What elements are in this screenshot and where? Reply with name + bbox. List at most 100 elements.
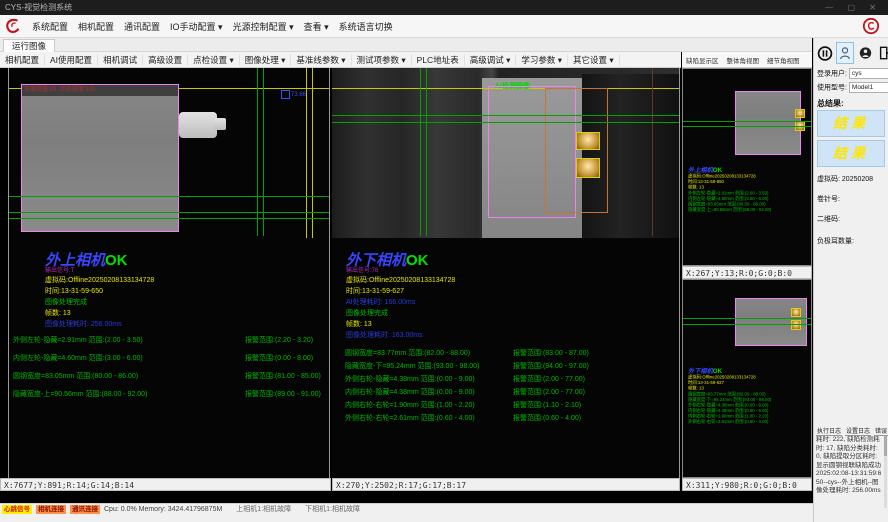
thumb-view-top[interactable]: 外上相机OK 虚拟码:Offline20250208133134728时间:13… [682,68,812,266]
window-title: CYS-视觉检测系统 [5,3,72,12]
measurement-row: 内侧左轮-隐藏=4.60mm 范围:(3.00 - 6.00)报警范围:(0.0… [13,353,330,371]
toolbar-button[interactable]: 点检设置 ▾ [188,54,240,66]
menu-item[interactable]: IO手动配置 ▾ [170,20,223,33]
toolbar-button[interactable]: 相机配置 [0,54,45,66]
tab-count-row: 负极耳数量: [817,236,854,246]
menu-item[interactable]: 系统配置 [32,20,68,33]
menu-item[interactable]: 通讯配置 [124,20,160,33]
camera-title: 外上相机OK [45,254,154,268]
toolbar: 相机配置AI使用配置相机调试高级设置点检设置 ▾图像处理 ▾基准线参数 ▾测试项… [0,52,681,68]
status-badge-heartbeat: 心跳信号 [2,505,32,514]
menu-item[interactable]: 光源控制配置 ▾ [233,20,294,33]
toolbar-button[interactable]: 其它设置 ▾ [568,54,620,66]
measurement-row: 隐藏宽度-下=95.24mm 范围:(93.00 - 98.00)报警范围:(9… [345,361,675,374]
thumb-view-tab[interactable]: 缺陷显示区 [682,55,723,65]
thumb-view-tab[interactable]: 整体角视图 [723,55,764,65]
time-line: 时间:13-31-59-627 [346,286,455,297]
logout-button[interactable] [876,42,888,64]
roi-rect-pink: 灰度阈值:93, 动态阈值:100 [21,84,179,232]
statusbar: 心跳信号 相机连接 通讯连接 Cpu: 0.0% Memory: 3424.41… [0,503,813,522]
camera-info-mid: 外下相机OK 输出信号:76 虚拟码:Offline20250208133134… [346,254,455,341]
thumb-view-tab[interactable]: 细节角视图 [763,55,804,65]
measurement-list-left: 外侧左轮-隐藏=2.91mm 范围:(2.00 - 3.50)报警范围:(2.2… [13,335,330,407]
camera-top-fault: 上相机1:相机故障 [236,505,291,514]
menu-item[interactable]: 查看 ▾ [304,20,329,33]
measurement-list-mid: 圆钢宽度=83.77mm 范围:(82.00 - 88.00)报警范围:(83.… [345,348,675,426]
camera-view-left[interactable]: 灰度阈值:93, 动态阈值:100 73.66 外上相机OK 输出信号:T 虚拟… [8,68,330,478]
measure-tag: 73.66 [281,90,306,99]
camera-view-mid[interactable]: AI检测图像 外下相机OK 输出信号:76 虚拟码:Offline2025020… [332,68,680,478]
app-window: CYS-视觉检测系统 — ▢ ✕ 系统配置相机配置通讯配置IO手动配置 ▾光源控… [0,0,888,522]
result-box-2: 结果 [817,140,885,167]
tab-run-image[interactable]: 运行图像 [3,39,55,53]
maximize-button[interactable]: ▢ [848,3,862,12]
login-user-field[interactable]: cys [849,68,888,79]
toolbar-button[interactable]: 测试项参数 ▾ [352,54,412,66]
status-badge-camera: 相机连接 [36,505,66,514]
measurement-row: 外侧左轮-隐藏=2.91mm 范围:(2.00 - 3.50)报警范围:(2.2… [13,335,330,353]
menu-item[interactable]: 系统语言切换 [339,20,393,33]
total-result-label: 总结果: [817,98,844,109]
user-login-button[interactable] [836,42,854,64]
log-tab[interactable]: 设置日志 [845,426,871,436]
menubar: 系统配置相机配置通讯配置 IO手动配置 ▾ 光源控制配置 ▾ 查看 ▾ 系统语言切换 [0,15,888,38]
barcode-line: 虚拟码:Offline20250208133134728 [45,275,154,286]
status-line: 图像处理完成 [45,297,154,308]
toolbar-button[interactable]: 学习参数 ▾ [516,54,568,66]
pause-button[interactable] [816,42,834,64]
thumb-bottom-text: 外下相机OK 虚拟码:Offline20250208133134728时间:13… [688,368,806,425]
measurement-row: 内侧右轮-右轮=1.90mm 范围:(1.00 - 2.20)报警范围:(1.1… [345,400,675,413]
camera-info-left: 外上相机OK 输出信号:T 虚拟码:Offline202502081331347… [45,254,154,330]
toolbar-button[interactable]: 相机调试 [98,54,143,66]
measure-tag-icon [281,90,290,99]
toolbar-button[interactable]: 基准线参数 ▾ [291,54,351,66]
time-line: 时间:13-31-59-650 [45,286,154,297]
log-tab[interactable]: 错误日志 [874,426,888,436]
minimize-button[interactable]: — [825,3,839,12]
close-button[interactable]: ✕ [869,3,882,12]
pin-row: 卷针号: [817,194,840,204]
menu-item[interactable]: 相机配置 [78,20,114,33]
thumb-view-tabs: 缺陷显示区整体角视图细节角视图 [682,52,812,68]
thumb-top-text: 外上相机OK 虚拟码:Offline20250208133134728时间:13… [688,167,806,213]
model-field[interactable]: Model1 [849,82,888,93]
toolbar-button[interactable]: AI使用配置 [45,54,98,66]
toolbar-button[interactable]: 高级调试 ▾ [465,54,517,66]
toolbar-button[interactable]: PLC地址表 [412,54,465,66]
camera-bottom-fault: 下相机1:相机故障 [305,505,360,514]
exit-door-icon [878,46,888,60]
thumb-view-bottom[interactable]: 外下相机OK 虚拟码:Offline20250208133134728时间:13… [682,279,812,478]
status-badge-comm: 通讯连接 [70,505,100,514]
frame-line: 帧数: 13 [346,319,455,330]
user-icon [839,46,851,60]
toolbar-button[interactable]: 高级设置 [143,54,188,66]
barcode-line: 虚拟码:Offline20250208133134728 [346,275,455,286]
bottom-gap [0,491,813,503]
roi-rect-orange [545,88,608,213]
right-panel: 登录用户: cys 使用型号: Model1 总结果: 结果 结果 虚拟码: 2… [813,38,888,522]
measurement-row: 圆钢宽度=83.05mm 范围:(80.00 - 86.00)报警范围:(81.… [13,371,330,389]
status-line: 图像处理完成 [346,308,455,319]
titlebar: CYS-视觉检测系统 — ▢ ✕ [0,0,888,15]
barcode-row: 虚拟码: 20250208 [817,174,873,184]
measurement-row: 外侧右轮-右轮=2.61mm 范围:(0.60 - 4.00)报警范围:(0.6… [345,413,675,426]
user-dark-icon [859,46,872,60]
roi-threshold-label: 灰度阈值:93, 动态阈值:100 [22,85,178,96]
log-tab[interactable]: 执行日志 [816,426,842,436]
elapsed-line: 图像处理耗时: 256.00ms [45,319,154,330]
toolbar-button[interactable]: 图像处理 ▾ [240,54,292,66]
frame-line: 帧数: 13 [45,308,154,319]
model-row: 使用型号: Model1 [817,82,888,93]
coord-bar-left: X:7677;Y:891;R:14;G:14;B:14 [0,478,331,491]
ai-elapsed-line: AI处理耗时: 166.00ms [346,297,455,308]
log-text: 耗时: 222, 缺陷检测耗时: 17, 缺陷分类耗时: 0, 缺陷提取分区耗时… [816,436,882,508]
log-tabs: 执行日志设置日志错误日志 [816,426,888,436]
elapsed-line: 图像处理耗时: 163.00ms [346,330,455,341]
coord-bar-thumb-top: X:267;Y:13;R:0;G:0;B:0 [682,266,812,279]
measurement-row: 隐藏宽度-上=90.56mm 范围:(88.00 - 92.00)报警范围:(8… [13,389,330,407]
log-scrollbar[interactable] [884,436,887,508]
user-manage-button[interactable] [856,42,874,64]
thumb-roi [735,91,801,155]
tab-strip: 运行图像 [0,38,812,52]
result-box-1: 结果 [817,110,885,137]
